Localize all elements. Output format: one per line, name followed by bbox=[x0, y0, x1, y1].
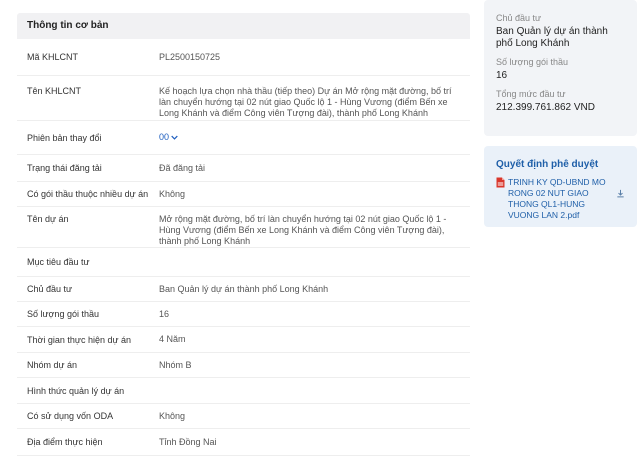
owner-label: Chủ đầu tư bbox=[496, 13, 542, 23]
row-label: Tên dự án bbox=[27, 214, 69, 224]
row-value: Kế hoạch lựa chọn nhà thầu (tiếp theo) D… bbox=[159, 86, 452, 118]
row-value: Không bbox=[159, 188, 186, 199]
row-label: Số lượng gói thầu bbox=[27, 309, 99, 319]
row-location: Địa điểm thực hiện Tỉnh Đồng Nai bbox=[17, 429, 470, 456]
row-label: Địa điểm thực hiện bbox=[27, 437, 103, 447]
row-project-group: Nhóm dự án Nhóm B bbox=[17, 353, 470, 378]
row-value: PL2500150725 bbox=[159, 51, 221, 62]
row-label: Chủ đầu tư bbox=[27, 284, 73, 294]
version-value: 00 bbox=[159, 132, 170, 142]
row-package-count: Số lượng gói thầu 16 bbox=[17, 302, 470, 327]
panel-header: Thông tin cơ bản bbox=[17, 13, 470, 39]
row-project-name: Tên dự án Mở rộng mặt đường, bố trí làn … bbox=[17, 207, 470, 248]
row-value: Tỉnh Đồng Nai bbox=[159, 436, 217, 447]
row-label: Mục tiêu đầu tư bbox=[27, 257, 90, 267]
investment-label: Tổng mức đầu tư bbox=[496, 89, 566, 99]
download-icon[interactable] bbox=[616, 189, 625, 198]
row-management-form: Hình thức quản lý dự án bbox=[17, 378, 470, 404]
summary-card: Chủ đầu tư Ban Quản lý dự án thành phố L… bbox=[484, 0, 637, 136]
row-label: Có sử dụng vốn ODA bbox=[27, 411, 114, 421]
decision-card: Quyết định phê duyệt TRINH KY QD-UBND MO… bbox=[484, 146, 637, 227]
investment-value: 212.399.761.862 VND bbox=[496, 102, 595, 113]
row-value: 16 bbox=[159, 308, 170, 319]
row-value: Mở rộng mặt đường, bố trí làn chuyển hướ… bbox=[159, 214, 447, 246]
row-investor: Chủ đầu tư Ban Quản lý dự án thành phố L… bbox=[17, 277, 470, 302]
row-plan-name: Tên KHLCNT Kế hoạch lựa chọn nhà thầu (t… bbox=[17, 76, 470, 121]
row-publish-status: Trạng thái đăng tải Đã đăng tải bbox=[17, 155, 470, 182]
row-label: Thời gian thực hiện dự án bbox=[27, 334, 132, 345]
version-select[interactable]: 00 bbox=[159, 132, 178, 143]
row-label: Phiên bản thay đổi bbox=[27, 132, 102, 143]
row-label: Hình thức quản lý dự án bbox=[27, 385, 125, 396]
decision-file-link[interactable]: TRINH KY QD-UBND MO RONG 02 NUT GIAO THO… bbox=[508, 177, 611, 221]
row-label: Có gói thầu thuộc nhiều dự án bbox=[27, 189, 149, 199]
row-duration: Thời gian thực hiện dự án 4 Năm bbox=[17, 327, 470, 353]
row-oda-capital: Có sử dụng vốn ODA Không bbox=[17, 404, 470, 429]
basic-info-panel: Thông tin cơ bản Mã KHLCNT PL2500150725 … bbox=[17, 13, 470, 456]
row-value: Nhóm B bbox=[159, 359, 192, 370]
row-version: Phiên bản thay đổi 00 bbox=[17, 121, 470, 155]
row-value: Đã đăng tải bbox=[159, 162, 206, 173]
owner-value: Ban Quản lý dự án thành phố Long Khánh bbox=[496, 26, 608, 49]
row-multi-project: Có gói thầu thuộc nhiều dự án Không bbox=[17, 182, 470, 207]
row-value: Ban Quản lý dự án thành phố Long Khánh bbox=[159, 283, 329, 294]
row-investment-goal: Mục tiêu đầu tư bbox=[17, 248, 470, 277]
row-label: Tên KHLCNT bbox=[27, 86, 82, 96]
decision-file-row: TRINH KY QD-UBND MO RONG 02 NUT GIAO THO… bbox=[496, 177, 625, 221]
row-value: 4 Năm bbox=[159, 334, 186, 344]
packages-label: Số lượng gói thầu bbox=[496, 57, 568, 67]
decision-title: Quyết định phê duyệt bbox=[496, 159, 599, 170]
row-plan-code: Mã KHLCNT PL2500150725 bbox=[17, 39, 470, 76]
row-label: Trạng thái đăng tải bbox=[27, 163, 102, 173]
row-label: Nhóm dự án bbox=[27, 360, 78, 370]
packages-value: 16 bbox=[496, 70, 508, 81]
row-label: Mã KHLCNT bbox=[27, 52, 79, 62]
chevron-down-icon bbox=[171, 135, 178, 140]
row-value: Không bbox=[159, 410, 186, 421]
pdf-file-icon bbox=[496, 177, 505, 188]
